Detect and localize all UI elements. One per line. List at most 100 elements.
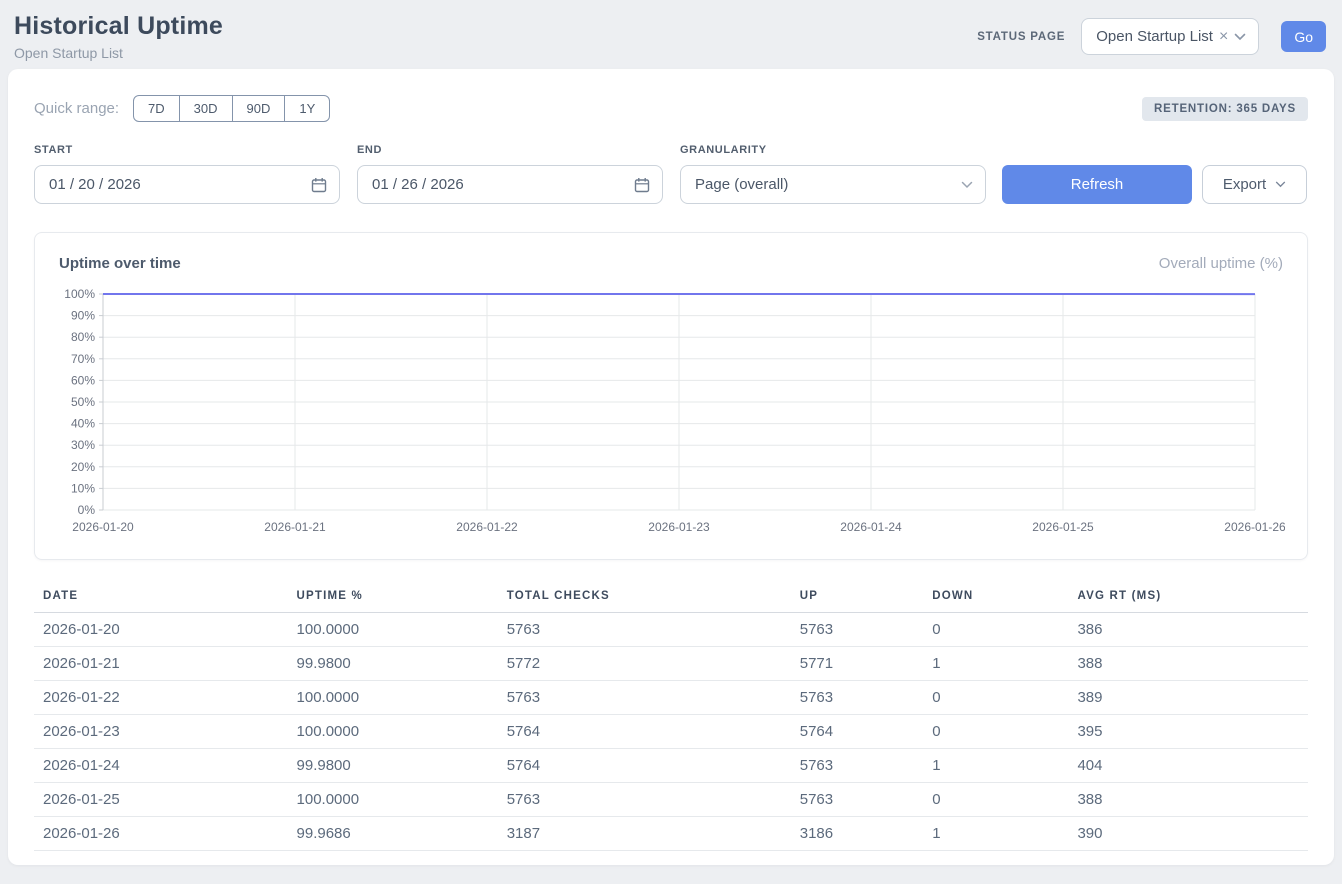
start-label: START: [34, 144, 340, 156]
column-header-total-checks: TOTAL CHECKS: [498, 584, 791, 613]
table-cell: 2026-01-25: [34, 783, 288, 817]
table-body: 2026-01-20100.00005763576303862026-01-21…: [34, 613, 1308, 851]
end-date-field: END 01 / 26 / 2026: [357, 144, 663, 204]
svg-text:70%: 70%: [71, 352, 95, 366]
chevron-down-icon: [1275, 181, 1286, 188]
page-title: Historical Uptime: [14, 12, 223, 41]
chart-legend: Overall uptime (%): [1159, 255, 1283, 272]
go-button[interactable]: Go: [1281, 21, 1326, 52]
end-date-input[interactable]: 01 / 26 / 2026: [357, 165, 663, 204]
retention-badge: RETENTION: 365 DAYS: [1142, 97, 1308, 121]
table-cell: 395: [1068, 715, 1308, 749]
table-cell: 388: [1068, 647, 1308, 681]
chevron-down-icon: [1234, 33, 1246, 41]
table-row: 2026-01-2199.9800577257711388: [34, 647, 1308, 681]
page-header: Historical Uptime Open Startup List STAT…: [0, 0, 1342, 69]
chart-title: Uptime over time: [59, 255, 181, 272]
table-cell: 2026-01-23: [34, 715, 288, 749]
table-cell: 5764: [791, 715, 923, 749]
table-cell: 388: [1068, 783, 1308, 817]
status-page-label: STATUS PAGE: [977, 31, 1065, 43]
uptime-table: DATEUPTIME %TOTAL CHECKSUPDOWNAVG RT (MS…: [34, 584, 1308, 851]
svg-text:90%: 90%: [71, 309, 95, 323]
refresh-button[interactable]: Refresh: [1002, 165, 1192, 204]
filter-row: START 01 / 20 / 2026 END 01 / 26 / 2026: [34, 144, 1308, 204]
table-cell: 3187: [498, 817, 791, 851]
table-cell: 389: [1068, 681, 1308, 715]
svg-text:100%: 100%: [64, 287, 95, 301]
table-cell: 5763: [791, 783, 923, 817]
table-cell: 2026-01-22: [34, 681, 288, 715]
calendar-icon[interactable]: [634, 177, 650, 193]
page-title-block: Historical Uptime Open Startup List: [14, 12, 223, 61]
column-header-uptime-: UPTIME %: [288, 584, 498, 613]
clear-selection-icon[interactable]: ×: [1219, 29, 1228, 45]
quick-range-30d[interactable]: 30D: [179, 95, 233, 122]
status-page-selected-value: Open Startup List: [1096, 28, 1213, 45]
svg-text:2026-01-22: 2026-01-22: [456, 520, 518, 534]
start-date-field: START 01 / 20 / 2026: [34, 144, 340, 204]
end-date-value: 01 / 26 / 2026: [372, 176, 464, 193]
table-cell: 5764: [498, 715, 791, 749]
svg-text:2026-01-23: 2026-01-23: [648, 520, 710, 534]
table-cell: 100.0000: [288, 783, 498, 817]
table-row: 2026-01-25100.0000576357630388: [34, 783, 1308, 817]
table-cell: 1: [923, 647, 1068, 681]
table-cell: 386: [1068, 613, 1308, 647]
table-cell: 99.9800: [288, 647, 498, 681]
table-row: 2026-01-2699.9686318731861390: [34, 817, 1308, 851]
table-cell: 5763: [498, 681, 791, 715]
table-cell: 3186: [791, 817, 923, 851]
table-cell: 5772: [498, 647, 791, 681]
chevron-down-icon: [961, 181, 973, 189]
svg-text:40%: 40%: [71, 417, 95, 431]
granularity-selected-value: Page (overall): [695, 176, 788, 193]
calendar-icon[interactable]: [311, 177, 327, 193]
table-cell: 5763: [498, 613, 791, 647]
end-label: END: [357, 144, 663, 156]
table-cell: 0: [923, 613, 1068, 647]
table-cell: 1: [923, 749, 1068, 783]
table-cell: 5763: [498, 783, 791, 817]
quick-range-7d[interactable]: 7D: [133, 95, 180, 122]
status-page-select[interactable]: Open Startup List ×: [1081, 18, 1259, 55]
column-header-avg-rt-ms-: AVG RT (MS): [1068, 584, 1308, 613]
svg-text:30%: 30%: [71, 438, 95, 452]
uptime-chart-card: Uptime over time Overall uptime (%) 0%10…: [34, 232, 1308, 560]
column-header-up: UP: [791, 584, 923, 613]
table-cell: 100.0000: [288, 613, 498, 647]
table-cell: 99.9800: [288, 749, 498, 783]
uptime-line-chart: 0%10%20%30%40%50%60%70%80%90%100%2026-01…: [59, 284, 1285, 538]
quick-range-1y[interactable]: 1Y: [284, 95, 330, 122]
svg-text:2026-01-26: 2026-01-26: [1224, 520, 1285, 534]
table-cell: 1: [923, 817, 1068, 851]
start-date-value: 01 / 20 / 2026: [49, 176, 141, 193]
export-button[interactable]: Export: [1202, 165, 1307, 204]
table-cell: 2026-01-21: [34, 647, 288, 681]
table-cell: 99.9686: [288, 817, 498, 851]
table-row: 2026-01-20100.0000576357630386: [34, 613, 1308, 647]
table-cell: 404: [1068, 749, 1308, 783]
quick-range-row: Quick range: 7D30D90D1Y RETENTION: 365 D…: [34, 95, 1308, 122]
table-cell: 5764: [498, 749, 791, 783]
export-label: Export: [1223, 176, 1266, 193]
table-cell: 5771: [791, 647, 923, 681]
table-cell: 390: [1068, 817, 1308, 851]
main-panel: Quick range: 7D30D90D1Y RETENTION: 365 D…: [8, 69, 1334, 865]
status-page-controls: STATUS PAGE Open Startup List × Go: [977, 18, 1326, 55]
start-date-input[interactable]: 01 / 20 / 2026: [34, 165, 340, 204]
chart-header: Uptime over time Overall uptime (%): [59, 255, 1283, 272]
quick-range-group: 7D30D90D1Y: [133, 95, 330, 122]
svg-text:80%: 80%: [71, 330, 95, 344]
table-cell: 2026-01-24: [34, 749, 288, 783]
svg-text:2026-01-25: 2026-01-25: [1032, 520, 1094, 534]
granularity-select[interactable]: Page (overall): [680, 165, 986, 204]
svg-text:2026-01-21: 2026-01-21: [264, 520, 326, 534]
svg-text:50%: 50%: [71, 395, 95, 409]
column-header-date: DATE: [34, 584, 288, 613]
quick-range-90d[interactable]: 90D: [232, 95, 286, 122]
table-head: DATEUPTIME %TOTAL CHECKSUPDOWNAVG RT (MS…: [34, 584, 1308, 613]
table-cell: 100.0000: [288, 715, 498, 749]
svg-text:60%: 60%: [71, 373, 95, 387]
table-cell: 0: [923, 681, 1068, 715]
